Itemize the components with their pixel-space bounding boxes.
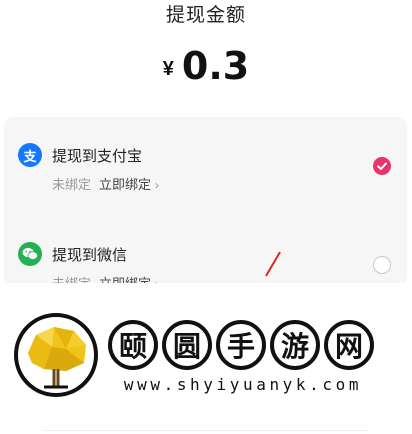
red-stroke-mark — [265, 251, 281, 277]
currency-symbol: ¥ — [162, 58, 174, 80]
watermark-char: 手 — [216, 320, 266, 370]
bind-now-link[interactable]: 立即绑定 — [99, 177, 151, 192]
radio-alipay-checked[interactable] — [373, 157, 391, 175]
tree-logo-icon — [14, 313, 98, 397]
watermark-char: 圆 — [162, 320, 212, 370]
alipay-icon: 支 — [18, 143, 42, 167]
wechat-icon — [18, 242, 42, 266]
option-wechat-label: 提现到微信 — [52, 247, 128, 264]
radio-wechat-unchecked[interactable] — [373, 256, 391, 274]
chevron-right-icon: › — [155, 178, 160, 192]
watermark-url: www.shyiyuanyk.com — [123, 375, 363, 394]
page-title: 提现金额 — [165, 5, 246, 26]
bind-status: 未绑定 — [52, 177, 92, 192]
checkmark-icon — [377, 162, 387, 170]
option-alipay[interactable]: 支 提现到支付宝 未绑定 立即绑定 › — [4, 143, 407, 203]
watermark-char: 网 — [324, 320, 374, 370]
watermark-overlay: 颐 圆 手 游 网 www.shyiyuanyk.com — [0, 283, 412, 434]
withdraw-method-card: 支 提现到支付宝 未绑定立即绑定 › 提现到微信 未绑定立即绑定 › — [4, 117, 407, 291]
withdraw-amount: ¥0.3 — [0, 44, 412, 88]
option-alipay-status: 未绑定 立即绑定 › — [52, 174, 159, 193]
watermark-title: 颐 圆 手 游 网 — [108, 320, 374, 370]
divider — [44, 430, 368, 431]
watermark-char: 颐 — [108, 320, 158, 370]
amount-value: 0.3 — [181, 44, 250, 88]
watermark-char: 游 — [270, 320, 320, 370]
option-alipay-label: 提现到支付宝 — [52, 148, 143, 165]
